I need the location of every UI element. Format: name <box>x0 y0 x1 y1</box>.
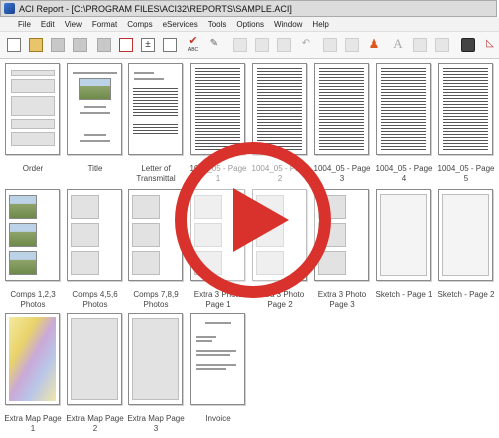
camera-icon[interactable] <box>461 38 475 52</box>
page-thumb-order[interactable] <box>5 63 60 155</box>
page-thumb-1004-p5[interactable] <box>438 63 493 155</box>
page-thumb-1004-p4[interactable] <box>376 63 431 155</box>
page-thumb-extra-map-1[interactable] <box>5 313 60 405</box>
page-thumb-comps-456[interactable] <box>67 189 122 281</box>
menu-eservices[interactable]: eServices <box>158 20 203 29</box>
signature-icon[interactable]: ✎ <box>207 38 221 52</box>
menu-window[interactable]: Window <box>269 20 307 29</box>
page-thumb-extra-map-3[interactable] <box>128 313 183 405</box>
page-label: Extra Map Page 3 <box>127 414 185 433</box>
run-icon[interactable]: ♟ <box>367 38 381 52</box>
copy-icon[interactable] <box>255 38 269 52</box>
menu-bar: File Edit View Format Comps eServices To… <box>0 17 499 32</box>
page-label: Order <box>22 164 44 173</box>
menu-comps[interactable]: Comps <box>122 20 157 29</box>
page-alt-icon[interactable] <box>345 38 359 52</box>
menu-help[interactable]: Help <box>307 20 333 29</box>
menu-edit[interactable]: Edit <box>36 20 60 29</box>
print-icon[interactable] <box>97 38 111 52</box>
page-label: 1004_05 - Page 4 <box>375 164 433 183</box>
open-icon[interactable] <box>29 38 43 52</box>
menu-file[interactable]: File <box>0 20 36 29</box>
toolbar: ± ✔ ABC ✎ ↶ ♟ A ◺ <box>0 32 499 59</box>
page-thumb-extra-map-2[interactable] <box>67 313 122 405</box>
menu-format[interactable]: Format <box>87 20 122 29</box>
paste-icon[interactable] <box>277 38 291 52</box>
page-label: Extra Map Page 1 <box>4 414 62 433</box>
box-icon[interactable] <box>413 38 427 52</box>
page-label: Invoice <box>205 414 231 423</box>
page-thumb-sketch-1[interactable] <box>376 189 431 281</box>
spellcheck-icon[interactable]: ✔ ABC <box>185 36 201 56</box>
new-icon[interactable] <box>7 38 21 52</box>
sketch-icon[interactable]: ◺ <box>483 38 497 52</box>
undo-icon[interactable]: ↶ <box>299 38 313 52</box>
play-icon[interactable] <box>173 140 333 300</box>
menu-tools[interactable]: Tools <box>203 20 232 29</box>
forms-icon[interactable] <box>51 38 65 52</box>
cut-icon[interactable] <box>233 38 247 52</box>
page-label: Extra Map Page 2 <box>66 414 124 433</box>
font-icon[interactable]: A <box>391 37 405 52</box>
menu-view[interactable]: View <box>60 20 87 29</box>
app-icon <box>4 3 15 14</box>
page-label: Comps 1,2,3 Photos <box>10 290 56 309</box>
calculator-icon[interactable]: ± <box>141 38 155 52</box>
title-bar: ACI Report - [C:\PROGRAM FILES\ACI32\REP… <box>0 0 497 17</box>
page-thumb-comps-123[interactable] <box>5 189 60 281</box>
menu-options[interactable]: Options <box>231 20 269 29</box>
box-alt-icon[interactable] <box>435 38 449 52</box>
page-thumb-invoice[interactable] <box>190 313 245 405</box>
page-label: 1004_05 - Page 5 <box>437 164 495 183</box>
page-label: Sketch - Page 2 <box>437 290 495 299</box>
page-label: Sketch - Page 1 <box>375 290 433 299</box>
page-thumb-title[interactable] <box>67 63 122 155</box>
export-icon[interactable] <box>163 38 177 52</box>
page-label: Title <box>87 164 103 173</box>
save-icon[interactable] <box>73 38 87 52</box>
page-thumb-sketch-2[interactable] <box>438 189 493 281</box>
window-title: ACI Report - [C:\PROGRAM FILES\ACI32\REP… <box>19 3 292 14</box>
page-label: Comps 4,5,6 Photos <box>72 290 118 309</box>
pdf-icon[interactable] <box>119 38 133 52</box>
page-icon[interactable] <box>323 38 337 52</box>
